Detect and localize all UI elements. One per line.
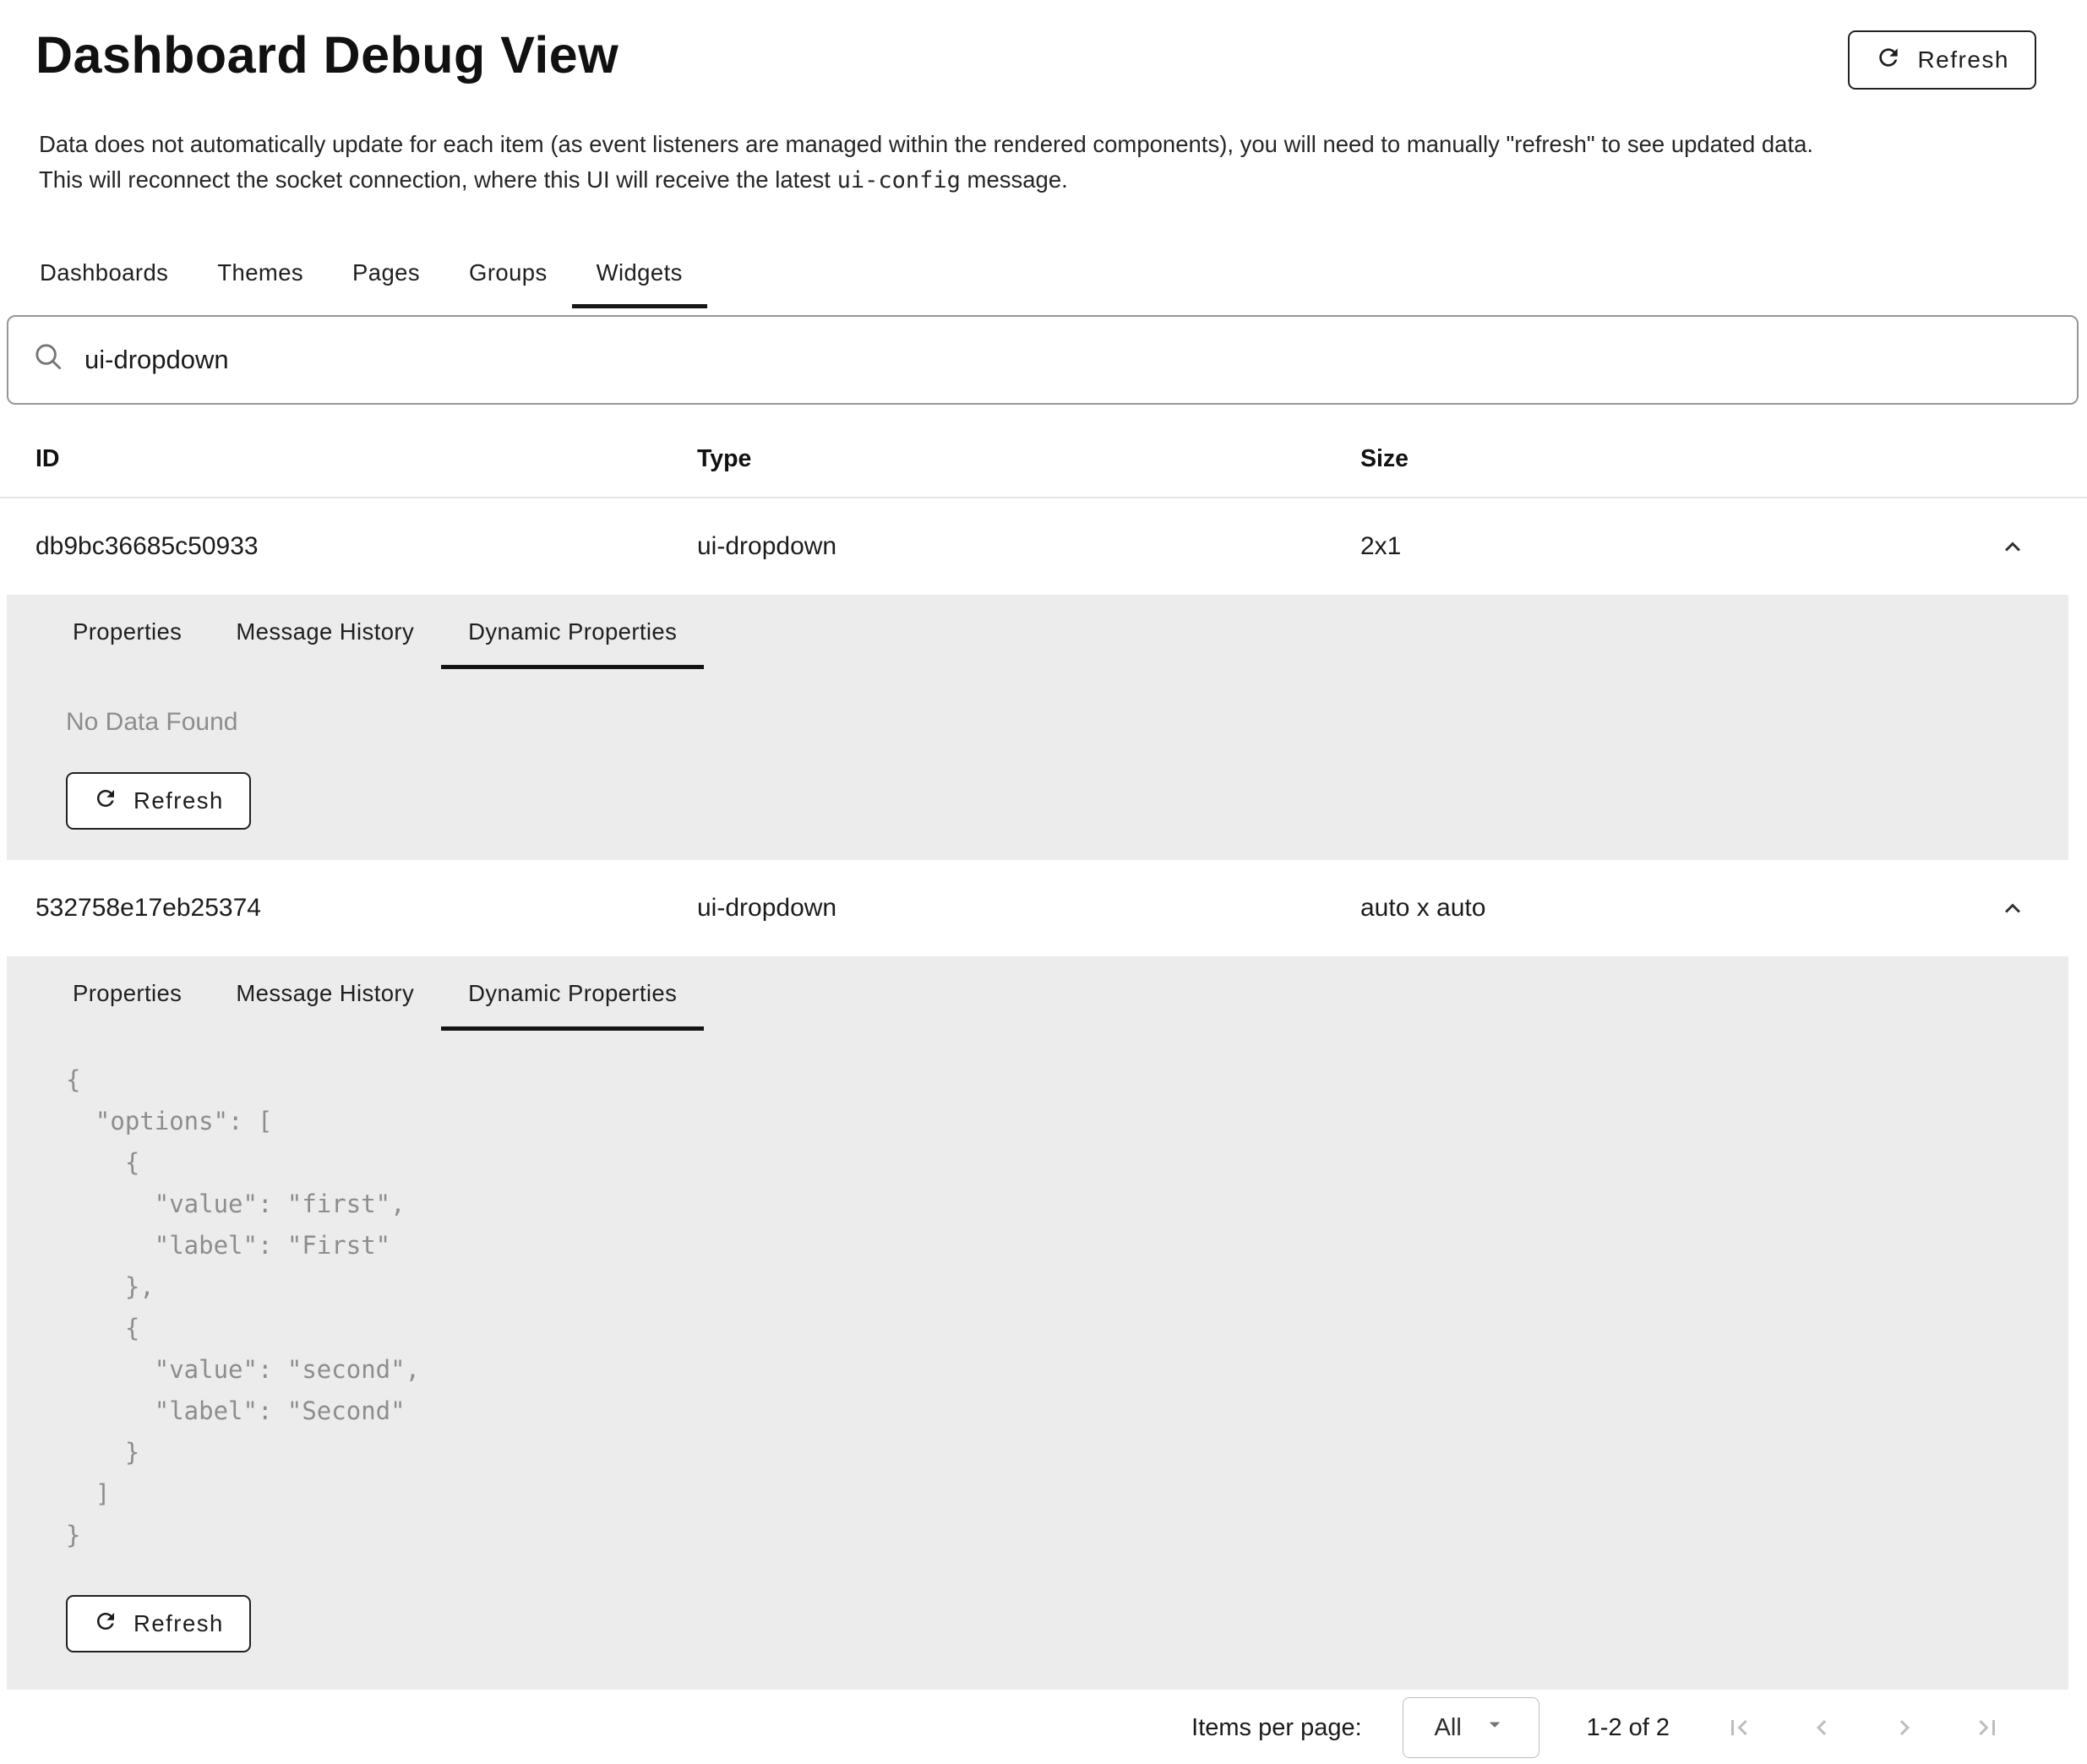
cell-id: 532758e17eb25374 bbox=[0, 894, 662, 923]
cell-size: 2x1 bbox=[1325, 532, 2087, 561]
search-input[interactable] bbox=[84, 345, 2053, 375]
cell-type: ui-dropdown bbox=[662, 894, 1325, 923]
description-line-2-suffix: message. bbox=[961, 166, 1068, 193]
table-header: ID Type Size bbox=[0, 405, 2087, 498]
page-size-value: All bbox=[1435, 1714, 1462, 1742]
tab-message-history[interactable]: Message History bbox=[209, 958, 441, 1031]
tab-themes[interactable]: Themes bbox=[193, 242, 328, 308]
refresh-button-top[interactable]: Refresh bbox=[1848, 30, 2036, 90]
no-data-message: No Data Found bbox=[66, 708, 2068, 737]
tab-widgets[interactable]: Widgets bbox=[572, 242, 707, 308]
refresh-button-label: Refresh bbox=[134, 787, 224, 814]
header: Dashboard Debug View Refresh bbox=[0, 0, 2087, 90]
column-header-type: Type bbox=[662, 445, 1325, 473]
chevron-up-icon[interactable] bbox=[1997, 531, 2028, 562]
main-tab-bar: Dashboards Themes Pages Groups Widgets bbox=[0, 242, 2087, 308]
ui-config-code: ui-config bbox=[837, 167, 961, 193]
detail-panel-row-1: Properties Message History Dynamic Prope… bbox=[7, 595, 2068, 860]
tab-dynamic-properties[interactable]: Dynamic Properties bbox=[441, 958, 704, 1031]
search-box[interactable] bbox=[7, 315, 2079, 405]
cell-id: db9bc36685c50933 bbox=[0, 532, 662, 561]
detail-panel-row-2: Properties Message History Dynamic Prope… bbox=[7, 956, 2068, 1690]
description: Data does not automatically update for e… bbox=[39, 127, 2048, 199]
page-size-select[interactable]: All bbox=[1403, 1697, 1539, 1758]
cell-type: ui-dropdown bbox=[662, 532, 1325, 561]
refresh-button-label: Refresh bbox=[134, 1610, 224, 1637]
tab-message-history[interactable]: Message History bbox=[209, 596, 441, 669]
first-page-icon[interactable] bbox=[1724, 1712, 1754, 1743]
dashboard-debug-view: Dashboard Debug View Refresh Data does n… bbox=[0, 0, 2087, 1744]
refresh-button-row-1[interactable]: Refresh bbox=[66, 772, 251, 830]
pager-nav bbox=[1724, 1712, 2003, 1743]
description-line-1: Data does not automatically update for e… bbox=[39, 127, 2048, 162]
description-line-2-text: This will reconnect the socket connectio… bbox=[39, 166, 837, 193]
column-header-size: Size bbox=[1325, 445, 2087, 473]
table-row-db9bc36685c50933[interactable]: db9bc36685c50933 ui-dropdown 2x1 bbox=[0, 498, 2087, 595]
table-row-532758e17eb25374[interactable]: 532758e17eb25374 ui-dropdown auto x auto bbox=[0, 860, 2087, 956]
description-line-2: This will reconnect the socket connectio… bbox=[39, 162, 2048, 199]
refresh-icon bbox=[1875, 44, 1902, 77]
last-page-icon[interactable] bbox=[1972, 1712, 2003, 1743]
chevron-up-icon[interactable] bbox=[1997, 893, 2028, 923]
items-per-page-label: Items per page: bbox=[1191, 1714, 1362, 1742]
page-title: Dashboard Debug View bbox=[35, 25, 618, 84]
prev-page-icon[interactable] bbox=[1806, 1712, 1837, 1743]
refresh-icon bbox=[93, 1609, 118, 1640]
refresh-icon bbox=[93, 786, 118, 817]
next-page-icon[interactable] bbox=[1889, 1712, 1920, 1743]
search-icon bbox=[32, 340, 64, 379]
cell-size: auto x auto bbox=[1325, 894, 2087, 923]
tab-pages[interactable]: Pages bbox=[328, 242, 444, 308]
tab-dashboards[interactable]: Dashboards bbox=[15, 242, 193, 308]
detail-tab-bar-row-2: Properties Message History Dynamic Prope… bbox=[7, 956, 2068, 1031]
dropdown-arrow-icon bbox=[1482, 1712, 1507, 1744]
detail-tab-bar-row-1: Properties Message History Dynamic Prope… bbox=[7, 595, 2068, 669]
paginator: Items per page: All 1-2 of 2 bbox=[0, 1691, 2087, 1764]
tab-properties[interactable]: Properties bbox=[46, 958, 209, 1031]
tab-properties[interactable]: Properties bbox=[46, 596, 209, 669]
tab-groups[interactable]: Groups bbox=[444, 242, 572, 308]
dynamic-properties-json: { "options": [ { "value": "first", "labe… bbox=[66, 1059, 2068, 1556]
column-header-id: ID bbox=[0, 445, 662, 473]
tab-dynamic-properties[interactable]: Dynamic Properties bbox=[441, 596, 704, 669]
page-range-label: 1-2 of 2 bbox=[1587, 1714, 1670, 1742]
refresh-button-row-2[interactable]: Refresh bbox=[66, 1595, 251, 1652]
refresh-button-label: Refresh bbox=[1917, 46, 2009, 74]
